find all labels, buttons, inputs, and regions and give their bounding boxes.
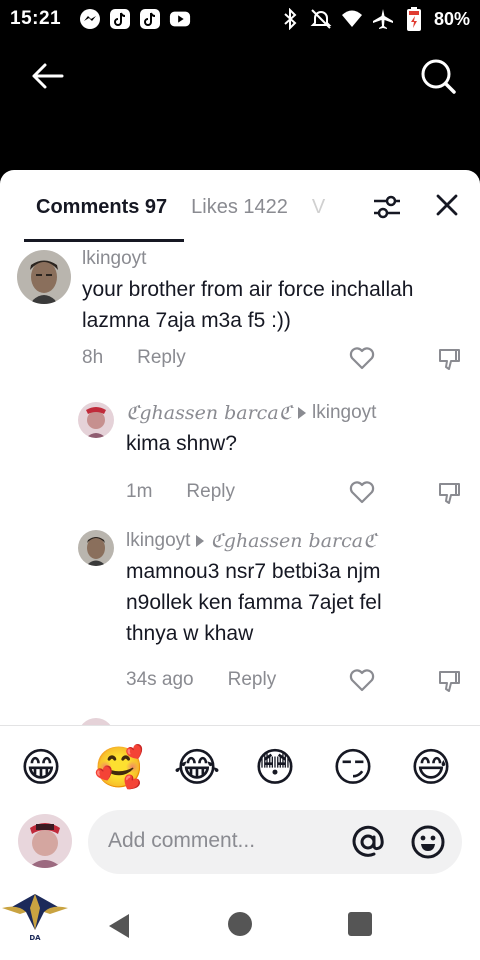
- emoji-picker-button[interactable]: [410, 824, 446, 860]
- dislike-button[interactable]: [436, 668, 462, 694]
- battery-percent: 80%: [433, 8, 470, 29]
- comment-text: mamnou3 nsr7 betbi3a njm n9ollek ken fam…: [126, 560, 382, 645]
- emoji-sweat-smile-button[interactable]: 😅: [406, 744, 456, 792]
- emoji-flushed-button[interactable]: 😳: [250, 744, 300, 792]
- messenger-icon: [79, 8, 101, 30]
- video-top-nav: [0, 48, 480, 108]
- comment-composer: Add comment...: [0, 808, 480, 878]
- emoji-grin-button[interactable]: 😁: [16, 744, 66, 792]
- heart-icon: [349, 481, 375, 504]
- comment-time: 34s ago: [126, 669, 194, 690]
- like-button[interactable]: [348, 344, 376, 372]
- reply-to-username[interactable]: ℭghassen barcaℭ: [210, 530, 376, 552]
- triangle-back-icon: [109, 914, 129, 938]
- wifi-icon: [341, 8, 363, 30]
- reply-button[interactable]: Reply: [186, 481, 235, 503]
- emoji-joy-button[interactable]: 😂: [172, 744, 222, 792]
- comment-item: lkingoyt your brother from air force inc…: [0, 242, 480, 382]
- system-nav-bar: [0, 900, 480, 960]
- sliders-icon: [374, 195, 400, 219]
- nav-back-button[interactable]: [105, 912, 133, 940]
- avatar[interactable]: [78, 530, 114, 566]
- reply-to-username[interactable]: lkingoyt: [312, 402, 376, 424]
- quick-emoji-bar: 😁 🥰 😂 😳 😏 😅: [0, 744, 480, 794]
- comment-time: 1m: [126, 481, 153, 502]
- reply-arrow-icon: [298, 407, 307, 419]
- avatar[interactable]: [78, 402, 114, 438]
- comment-username[interactable]: ℭghassen barcaℭ lkingoyt: [126, 402, 376, 424]
- comment-text: kima shnw?: [126, 432, 237, 455]
- back-button[interactable]: [28, 56, 68, 96]
- comments-sheet: Comments 97 Likes 1422 V lkingoyt your b…: [0, 170, 480, 960]
- comment-meta: 34s ago Reply: [126, 669, 276, 691]
- battery-charging-icon: [403, 7, 425, 31]
- thumbs-down-icon: [439, 671, 460, 692]
- system-icons: 80%: [279, 7, 470, 31]
- comment-text: your brother from air force inchallah la…: [82, 278, 414, 332]
- comment-item: ℭghassen barcaℭ lkingoyt kima shnw? 1m R…: [0, 392, 480, 512]
- mute-icon: [310, 8, 332, 30]
- reply-arrow-icon: [196, 535, 205, 547]
- search-icon: [421, 59, 456, 94]
- comment-meta: 8h Reply: [82, 347, 186, 369]
- bluetooth-icon: [279, 8, 301, 30]
- comment-time: 8h: [82, 347, 104, 368]
- tab-likes[interactable]: Likes 1422: [191, 196, 288, 219]
- reply-button[interactable]: Reply: [137, 347, 186, 369]
- tiktok-icon: [139, 8, 161, 30]
- status-bar: 15:21 80%: [0, 0, 480, 38]
- thumbs-down-icon: [439, 349, 460, 370]
- status-time: 15:21: [10, 8, 62, 29]
- dislike-button[interactable]: [436, 346, 462, 372]
- notification-icons: [79, 8, 191, 30]
- mention-button[interactable]: [350, 824, 386, 860]
- smiley-icon: [411, 825, 445, 859]
- tab-faded[interactable]: V: [312, 196, 325, 219]
- thumbs-down-icon: [439, 483, 460, 504]
- comment-username[interactable]: lkingoyt ℭghassen barcaℭ: [126, 530, 376, 552]
- emoji-hearts-button[interactable]: 🥰: [94, 744, 144, 792]
- heart-icon: [349, 347, 375, 370]
- at-sign-icon: [352, 825, 384, 857]
- comment-input-placeholder: Add comment...: [108, 829, 256, 852]
- tab-comments[interactable]: Comments 97: [36, 196, 167, 219]
- like-button[interactable]: [348, 666, 376, 694]
- nav-recents-button[interactable]: [348, 912, 372, 936]
- close-button[interactable]: [432, 190, 462, 220]
- like-button[interactable]: [348, 478, 376, 506]
- close-icon: [436, 194, 458, 216]
- comment-meta: 1m Reply: [126, 481, 235, 503]
- airplane-icon: [372, 8, 394, 30]
- comments-list: lkingoyt your brother from air force inc…: [0, 242, 480, 725]
- dislike-button[interactable]: [436, 480, 462, 506]
- reply-button[interactable]: Reply: [228, 669, 277, 691]
- avatar[interactable]: [78, 718, 114, 725]
- sheet-tabs: Comments 97 Likes 1422 V: [0, 170, 480, 242]
- heart-icon: [349, 669, 375, 692]
- emoji-smirk-button[interactable]: 😏: [328, 744, 378, 792]
- tiktok-icon: [109, 8, 131, 30]
- nav-home-button[interactable]: [228, 912, 252, 936]
- back-arrow-icon: [32, 63, 64, 89]
- comment-item: lkingoyt ℭghassen barcaℭ mamnou3 nsr7 be…: [0, 522, 480, 702]
- filter-button[interactable]: [370, 190, 404, 224]
- youtube-icon: [169, 8, 191, 30]
- comment-input[interactable]: Add comment...: [88, 810, 462, 874]
- comment-username[interactable]: lkingoyt: [82, 248, 146, 270]
- avatar[interactable]: [17, 250, 71, 304]
- my-avatar: [18, 814, 72, 868]
- search-button[interactable]: [418, 56, 458, 96]
- divider: [0, 725, 480, 726]
